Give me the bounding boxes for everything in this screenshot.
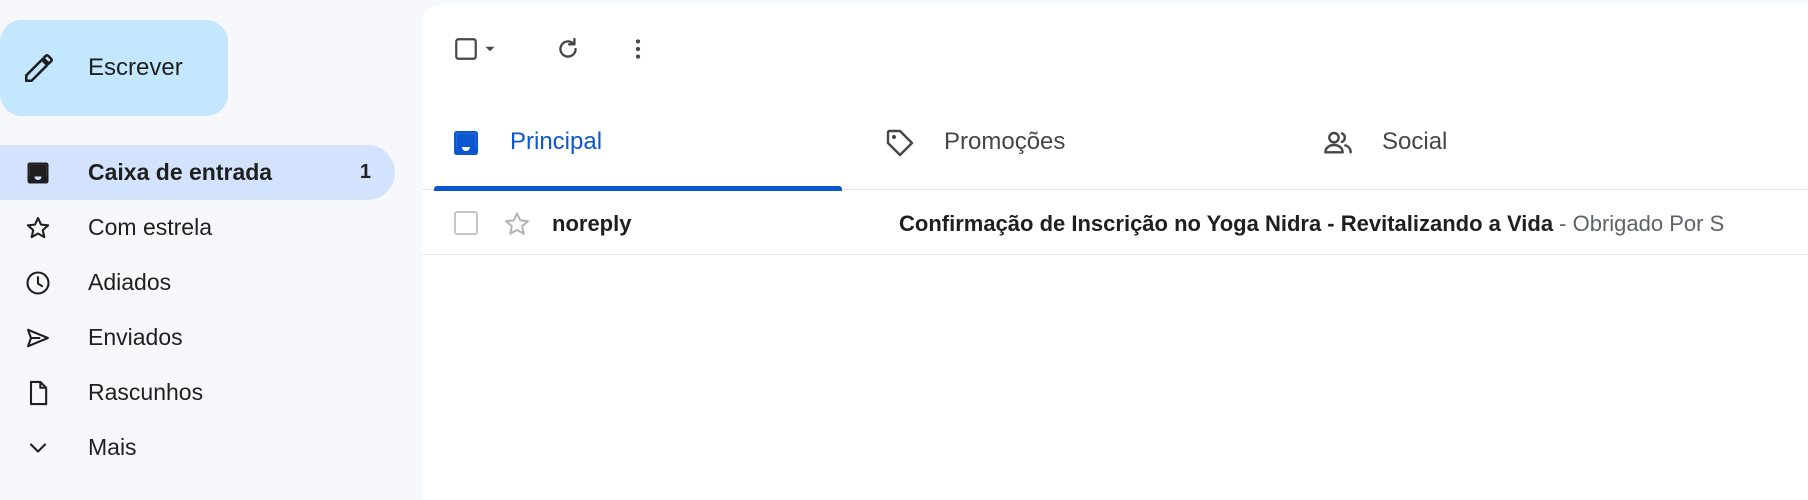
email-separator: -: [1553, 211, 1573, 236]
sidebar-item-inbox[interactable]: Caixa de entrada 1: [0, 145, 395, 200]
clock-icon: [26, 270, 50, 295]
sidebar-item-sent[interactable]: Enviados: [0, 310, 395, 365]
sidebar-item-starred[interactable]: Com estrela: [0, 200, 395, 255]
compose-label: Escrever: [88, 54, 183, 81]
unread-count-badge: 1: [359, 161, 371, 183]
sidebar: Escrever Caixa de entrada 1 Com estrela: [0, 0, 420, 500]
sidebar-nav: Caixa de entrada 1 Com estrela Adiados E…: [0, 145, 395, 475]
email-list: noreply Confirmação de Inscrição no Yoga…: [422, 191, 1808, 255]
select-checkbox-icon: [455, 38, 477, 60]
email-content: Confirmação de Inscrição no Yoga Nidra -…: [899, 211, 1808, 237]
more-vert-icon: [635, 39, 641, 59]
tab-promotions[interactable]: Promoções: [856, 95, 1286, 190]
sidebar-item-label: Caixa de entrada: [88, 159, 273, 185]
category-tabs: Principal Promoções Social: [422, 95, 1808, 191]
email-snippet: Obrigado Por S: [1572, 211, 1725, 236]
mail-toolbar: [422, 5, 1808, 95]
pencil-icon: [24, 53, 54, 83]
select-options-dropdown[interactable]: [478, 31, 502, 67]
sidebar-item-label: Adiados: [88, 269, 172, 295]
tab-social[interactable]: Social: [1294, 95, 1724, 190]
email-sender: noreply: [552, 211, 632, 236]
more-options-button[interactable]: [620, 31, 656, 67]
draft-icon: [29, 380, 48, 405]
tab-label: Promoções: [944, 128, 1066, 155]
refresh-icon: [559, 37, 577, 58]
tab-label: Principal: [510, 128, 603, 155]
sidebar-item-snoozed[interactable]: Adiados: [0, 255, 395, 310]
sidebar-item-label: Com estrela: [88, 214, 212, 240]
gmail-app: Escrever Caixa de entrada 1 Com estrela: [0, 0, 1808, 500]
inbox-icon: [454, 131, 478, 155]
star-icon: [26, 216, 50, 238]
sidebar-item-drafts[interactable]: Rascunhos: [0, 365, 395, 420]
tab-primary[interactable]: Principal: [422, 95, 842, 191]
email-row[interactable]: noreply Confirmação de Inscrição no Yoga…: [422, 191, 1808, 255]
sidebar-item-more[interactable]: Mais: [0, 420, 395, 475]
inbox-icon: [27, 162, 49, 183]
people-icon: [1324, 131, 1352, 154]
main-panel: Principal Promoções Social noreply Confi…: [422, 5, 1808, 500]
sidebar-item-label: Rascunhos: [88, 379, 204, 405]
tag-icon: [886, 129, 914, 157]
email-select-checkbox[interactable]: [454, 211, 478, 235]
refresh-button[interactable]: [550, 31, 586, 67]
chevron-down-icon: [29, 442, 47, 453]
send-icon: [27, 328, 49, 347]
star-icon[interactable]: [502, 209, 532, 239]
compose-button[interactable]: Escrever: [0, 20, 228, 116]
sidebar-item-label: Mais: [88, 434, 137, 460]
tab-label: Social: [1382, 128, 1448, 155]
caret-down-icon: [485, 46, 495, 52]
email-subject: Confirmação de Inscrição no Yoga Nidra -…: [899, 211, 1554, 236]
sidebar-item-label: Enviados: [88, 324, 183, 350]
